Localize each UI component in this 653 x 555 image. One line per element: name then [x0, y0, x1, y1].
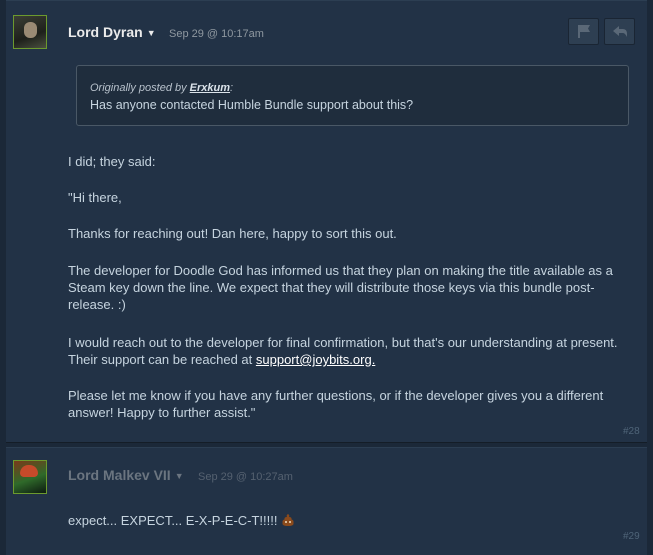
author-name-text[interactable]: Lord Malkev VII: [68, 467, 171, 483]
post-paragraph: "Hi there,: [68, 190, 122, 205]
poop-emoticon: [281, 514, 294, 526]
post-paragraph: Please let me know if you have any furth…: [68, 388, 604, 420]
post-paragraph: I would reach out to the developer for f…: [68, 334, 633, 368]
post-number[interactable]: #28: [623, 426, 640, 437]
report-button[interactable]: [568, 18, 599, 45]
email-link[interactable]: support@joybits.org.: [256, 352, 375, 367]
post-paragraph: The developer for Doodle God has informe…: [68, 263, 613, 312]
author-name[interactable]: Lord Dyran ▼: [68, 24, 156, 40]
flag-icon: [578, 25, 590, 38]
author-name-text[interactable]: Lord Dyran: [68, 24, 143, 40]
avatar[interactable]: [13, 460, 47, 494]
reply-icon: [613, 26, 627, 37]
quote-text: Has anyone contacted Humble Bundle suppo…: [90, 98, 414, 112]
quoted-post: Originally posted by Erxkum: Has anyone …: [76, 65, 629, 126]
quote-suffix: :: [230, 82, 234, 94]
post-number[interactable]: #29: [623, 531, 640, 542]
quote-author-link[interactable]: Erxkum: [190, 82, 230, 94]
post-paragraph: I did; they said:: [68, 154, 156, 169]
avatar-face: [24, 22, 37, 38]
chevron-down-icon[interactable]: ▼: [147, 28, 156, 38]
quote-prefix: Originally posted by: [90, 82, 190, 94]
comment-post-2: [6, 447, 647, 555]
post-timestamp: Sep 29 @ 10:17am: [169, 28, 264, 40]
quote-header: Originally posted by Erxkum:: [90, 82, 233, 94]
quote-reply-button[interactable]: [604, 18, 635, 45]
post-timestamp: Sep 29 @ 10:27am: [198, 471, 293, 483]
post-paragraph: expect... EXPECT... E-X-P-E-C-T!!!!!: [68, 512, 633, 529]
chevron-down-icon[interactable]: ▼: [175, 471, 184, 481]
avatar[interactable]: [13, 15, 47, 49]
author-name[interactable]: Lord Malkev VII ▼: [68, 467, 184, 483]
avatar-face: [20, 465, 38, 477]
post-paragraph: Thanks for reaching out! Dan here, happy…: [68, 226, 397, 241]
post-paragraph-text: expect... EXPECT... E-X-P-E-C-T!!!!!: [68, 513, 278, 528]
